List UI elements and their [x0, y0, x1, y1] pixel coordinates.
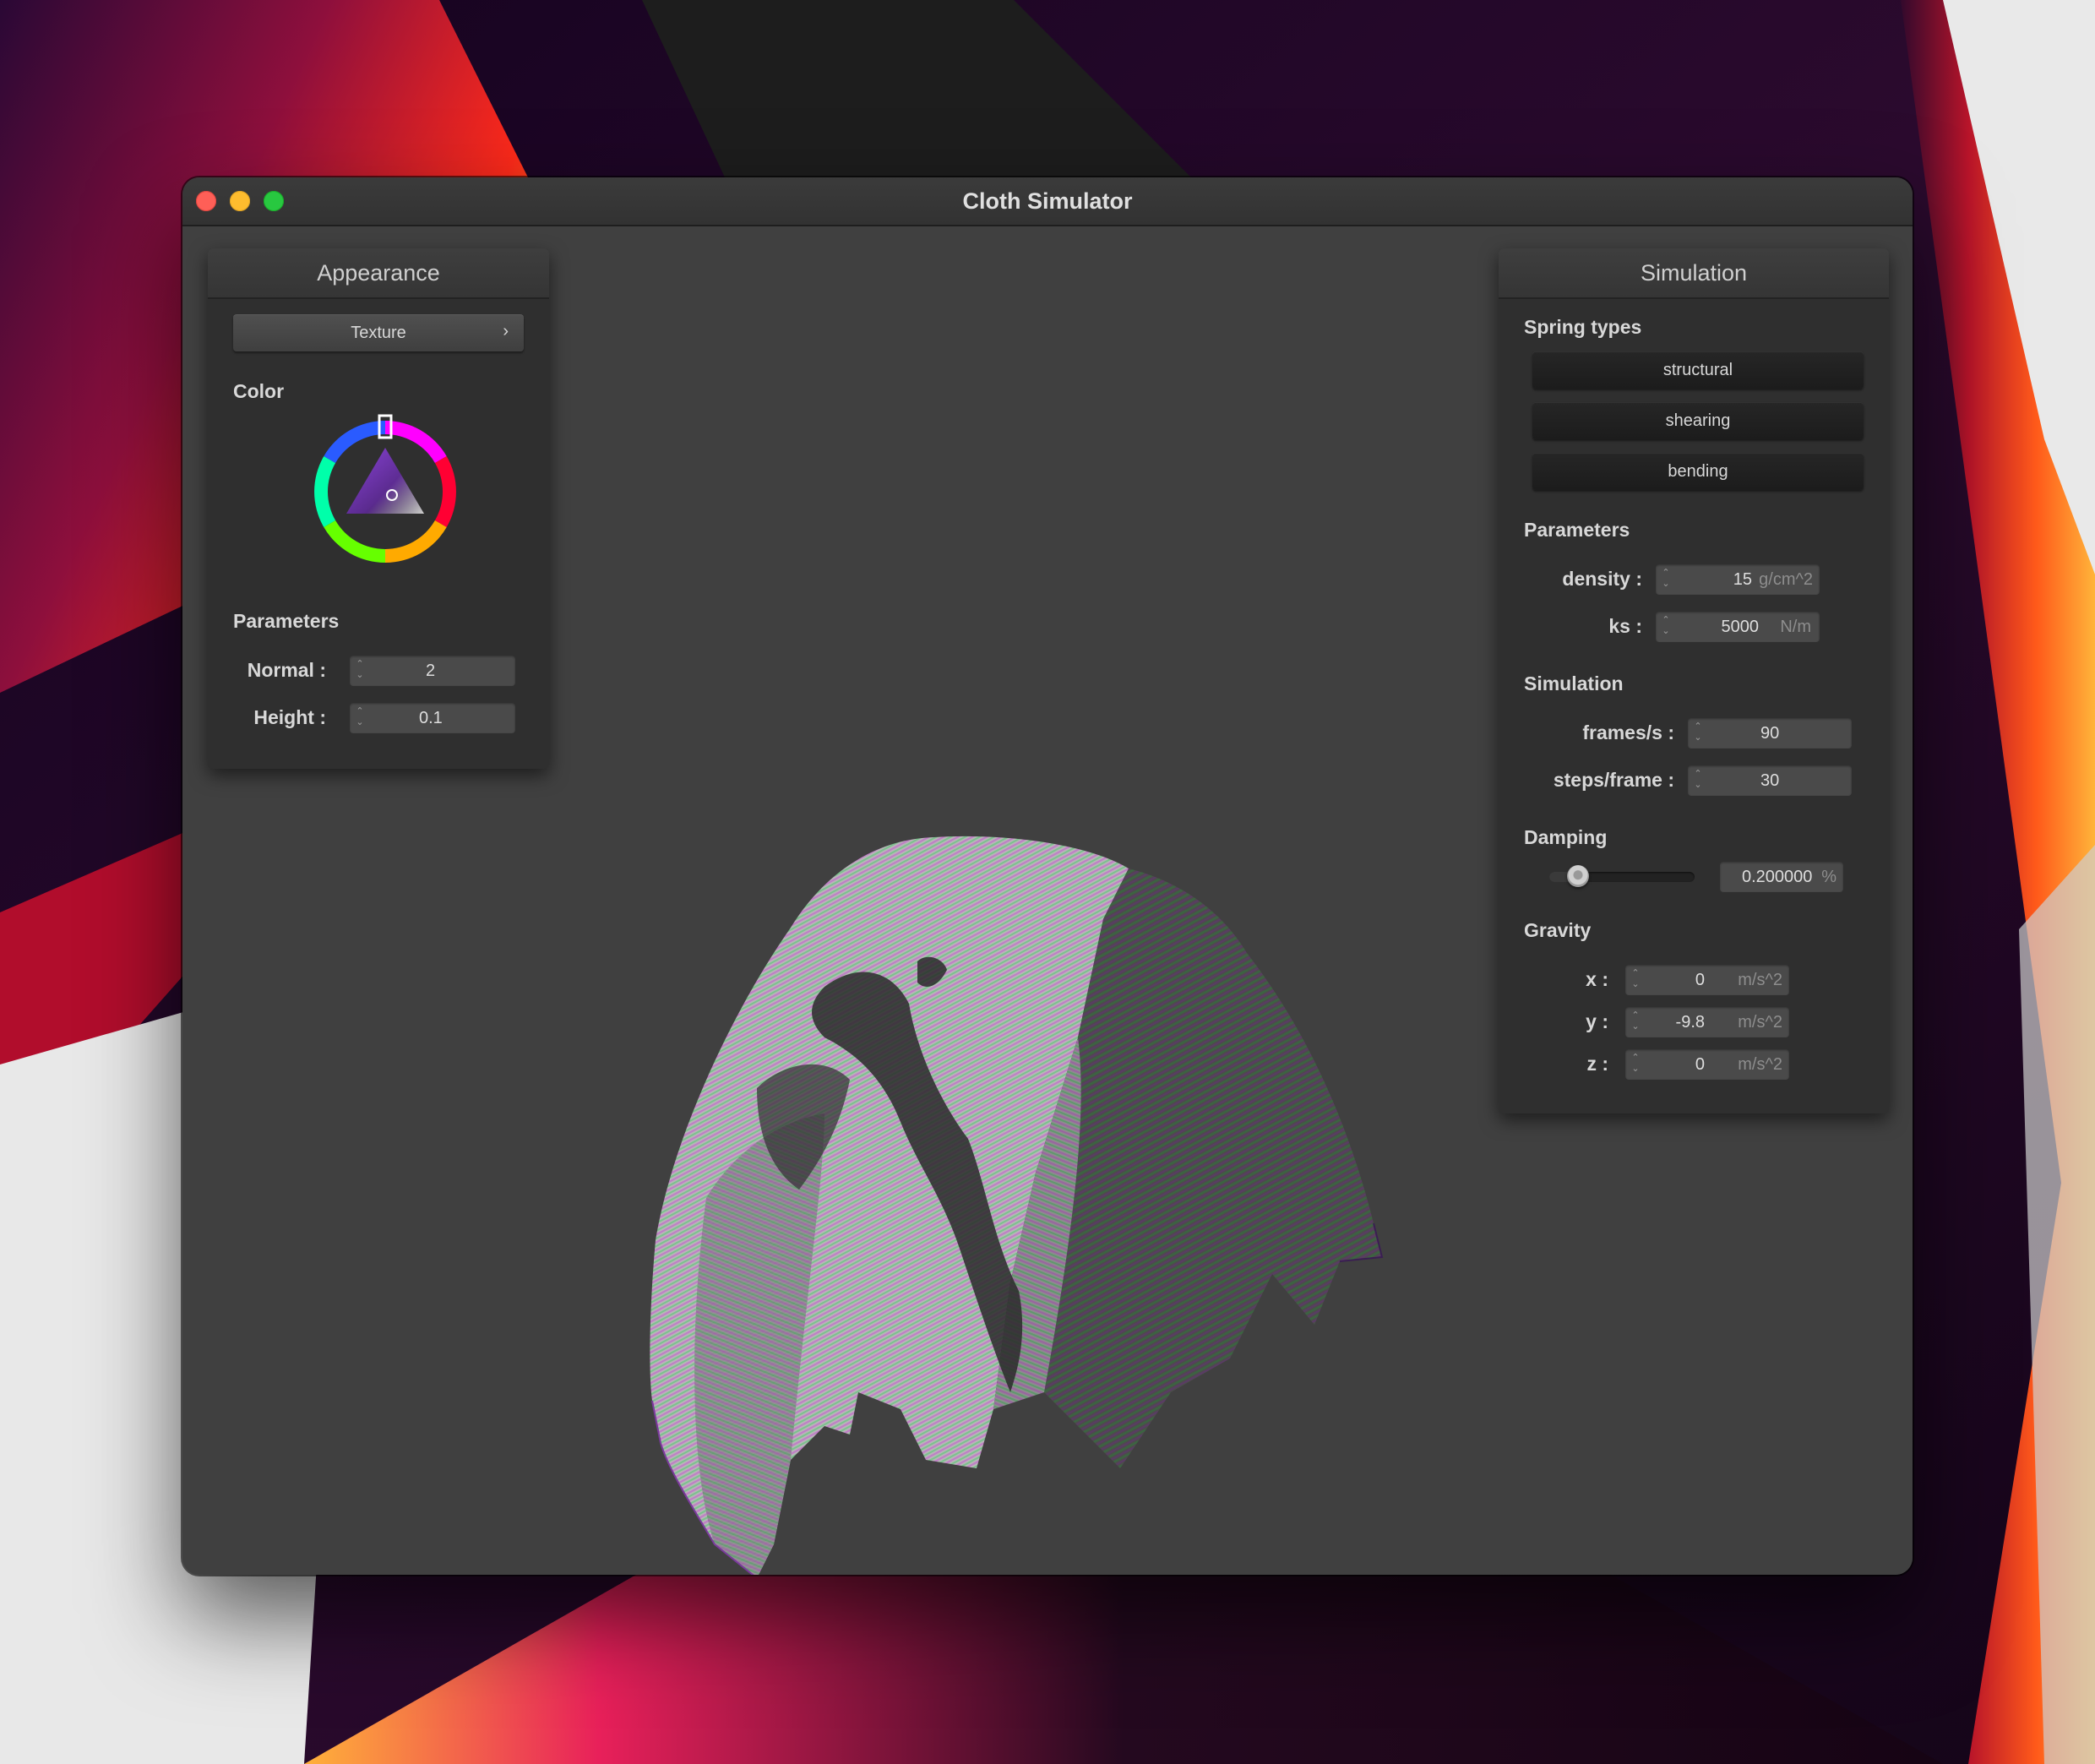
appearance-parameters-label: Parameters [233, 610, 340, 632]
height-label: Height : [253, 706, 326, 728]
ks-input[interactable]: ⌃ ⌄ 5000 N/m [1656, 612, 1820, 642]
density-value: 15 [1733, 570, 1752, 589]
color-wheel[interactable] [307, 414, 463, 574]
cloth-mesh [650, 836, 1384, 1575]
frames-per-s-input[interactable]: ⌃ ⌄ 90 [1688, 718, 1852, 749]
damping-label: Damping [1524, 826, 1608, 848]
damping-unit: % [1821, 868, 1837, 886]
steps-per-frame-value: 30 [1760, 771, 1780, 790]
ks-label: ks : [1608, 615, 1642, 637]
damping-slider[interactable] [1549, 865, 1695, 887]
bending-toggle[interactable]: bending [1532, 453, 1864, 490]
appearance-panel: Appearance Texture › Color Parameters No… [208, 248, 549, 769]
gravity-z-value: 0 [1695, 1055, 1705, 1074]
gravity-x-unit: m/s^2 [1738, 971, 1782, 989]
color-label: Color [233, 380, 285, 402]
height-value: 0.1 [419, 709, 443, 727]
structural-toggle[interactable]: structural [1532, 351, 1864, 389]
spinner-icon[interactable]: ⌃ ⌄ [1693, 769, 1703, 792]
spinner-icon[interactable]: ⌃ ⌄ [1661, 568, 1671, 591]
damping-slider-handle[interactable] [1567, 865, 1589, 887]
normal-label: Normal : [247, 659, 326, 681]
damping-value: 0.200000 [1742, 868, 1813, 886]
appearance-panel-header[interactable]: Appearance [208, 248, 549, 299]
gravity-y-label: y : [1586, 1010, 1608, 1032]
ks-unit: N/m [1780, 618, 1811, 636]
gravity-z-label: z : [1586, 1053, 1608, 1075]
spinner-icon[interactable]: ⌃ ⌄ [1693, 721, 1703, 745]
frames-per-s-value: 90 [1760, 724, 1780, 743]
chevron-right-icon: › [503, 322, 509, 340]
ks-value: 5000 [1721, 618, 1760, 636]
normal-value: 2 [426, 662, 436, 680]
steps-per-frame-label: steps/frame : [1553, 769, 1674, 791]
gravity-y-input[interactable]: ⌃ ⌄ -9.8 m/s^2 [1625, 1007, 1789, 1037]
gravity-x-label: x : [1586, 968, 1608, 990]
spinner-icon[interactable]: ⌃ ⌄ [1630, 1053, 1641, 1076]
density-input[interactable]: ⌃ ⌄ 15 g/cm^2 [1656, 564, 1820, 595]
normal-input[interactable]: ⌃ ⌄ 2 [350, 656, 515, 686]
frames-per-s-label: frames/s : [1582, 721, 1674, 743]
spring-types-label: Spring types [1524, 316, 1642, 338]
gravity-z-input[interactable]: ⌃ ⌄ 0 m/s^2 [1625, 1049, 1789, 1080]
spinner-icon[interactable]: ⌃ ⌄ [1630, 1010, 1641, 1034]
gravity-x-input[interactable]: ⌃ ⌄ 0 m/s^2 [1625, 965, 1789, 995]
height-input[interactable]: ⌃ ⌄ 0.1 [350, 703, 515, 733]
title-bar[interactable]: Cloth Simulator [182, 177, 1913, 226]
gravity-y-unit: m/s^2 [1738, 1013, 1782, 1032]
spinner-icon[interactable]: ⌃ ⌄ [355, 706, 365, 730]
gravity-z-unit: m/s^2 [1738, 1055, 1782, 1074]
gravity-label: Gravity [1524, 919, 1592, 941]
spinner-icon[interactable]: ⌃ ⌄ [1661, 615, 1671, 639]
shearing-toggle[interactable]: shearing [1532, 402, 1864, 439]
simulation-parameters-label: Parameters [1524, 519, 1630, 541]
damping-input[interactable]: 0.200000 % [1720, 862, 1843, 892]
gravity-x-value: 0 [1695, 971, 1705, 989]
texture-button-label: Texture [351, 324, 406, 342]
simulation-panel-header[interactable]: Simulation [1499, 248, 1889, 299]
simulation-section-label: Simulation [1524, 672, 1624, 694]
density-unit: g/cm^2 [1759, 570, 1813, 589]
simulation-panel: Simulation Spring types structural shear… [1499, 248, 1889, 1113]
gravity-y-value: -9.8 [1675, 1013, 1705, 1032]
window-title: Cloth Simulator [962, 188, 1133, 214]
spinner-icon[interactable]: ⌃ ⌄ [355, 659, 365, 683]
density-label: density : [1562, 568, 1642, 590]
texture-button[interactable]: Texture › [233, 314, 524, 351]
spinner-icon[interactable]: ⌃ ⌄ [1630, 968, 1641, 992]
steps-per-frame-input[interactable]: ⌃ ⌄ 30 [1688, 765, 1852, 796]
